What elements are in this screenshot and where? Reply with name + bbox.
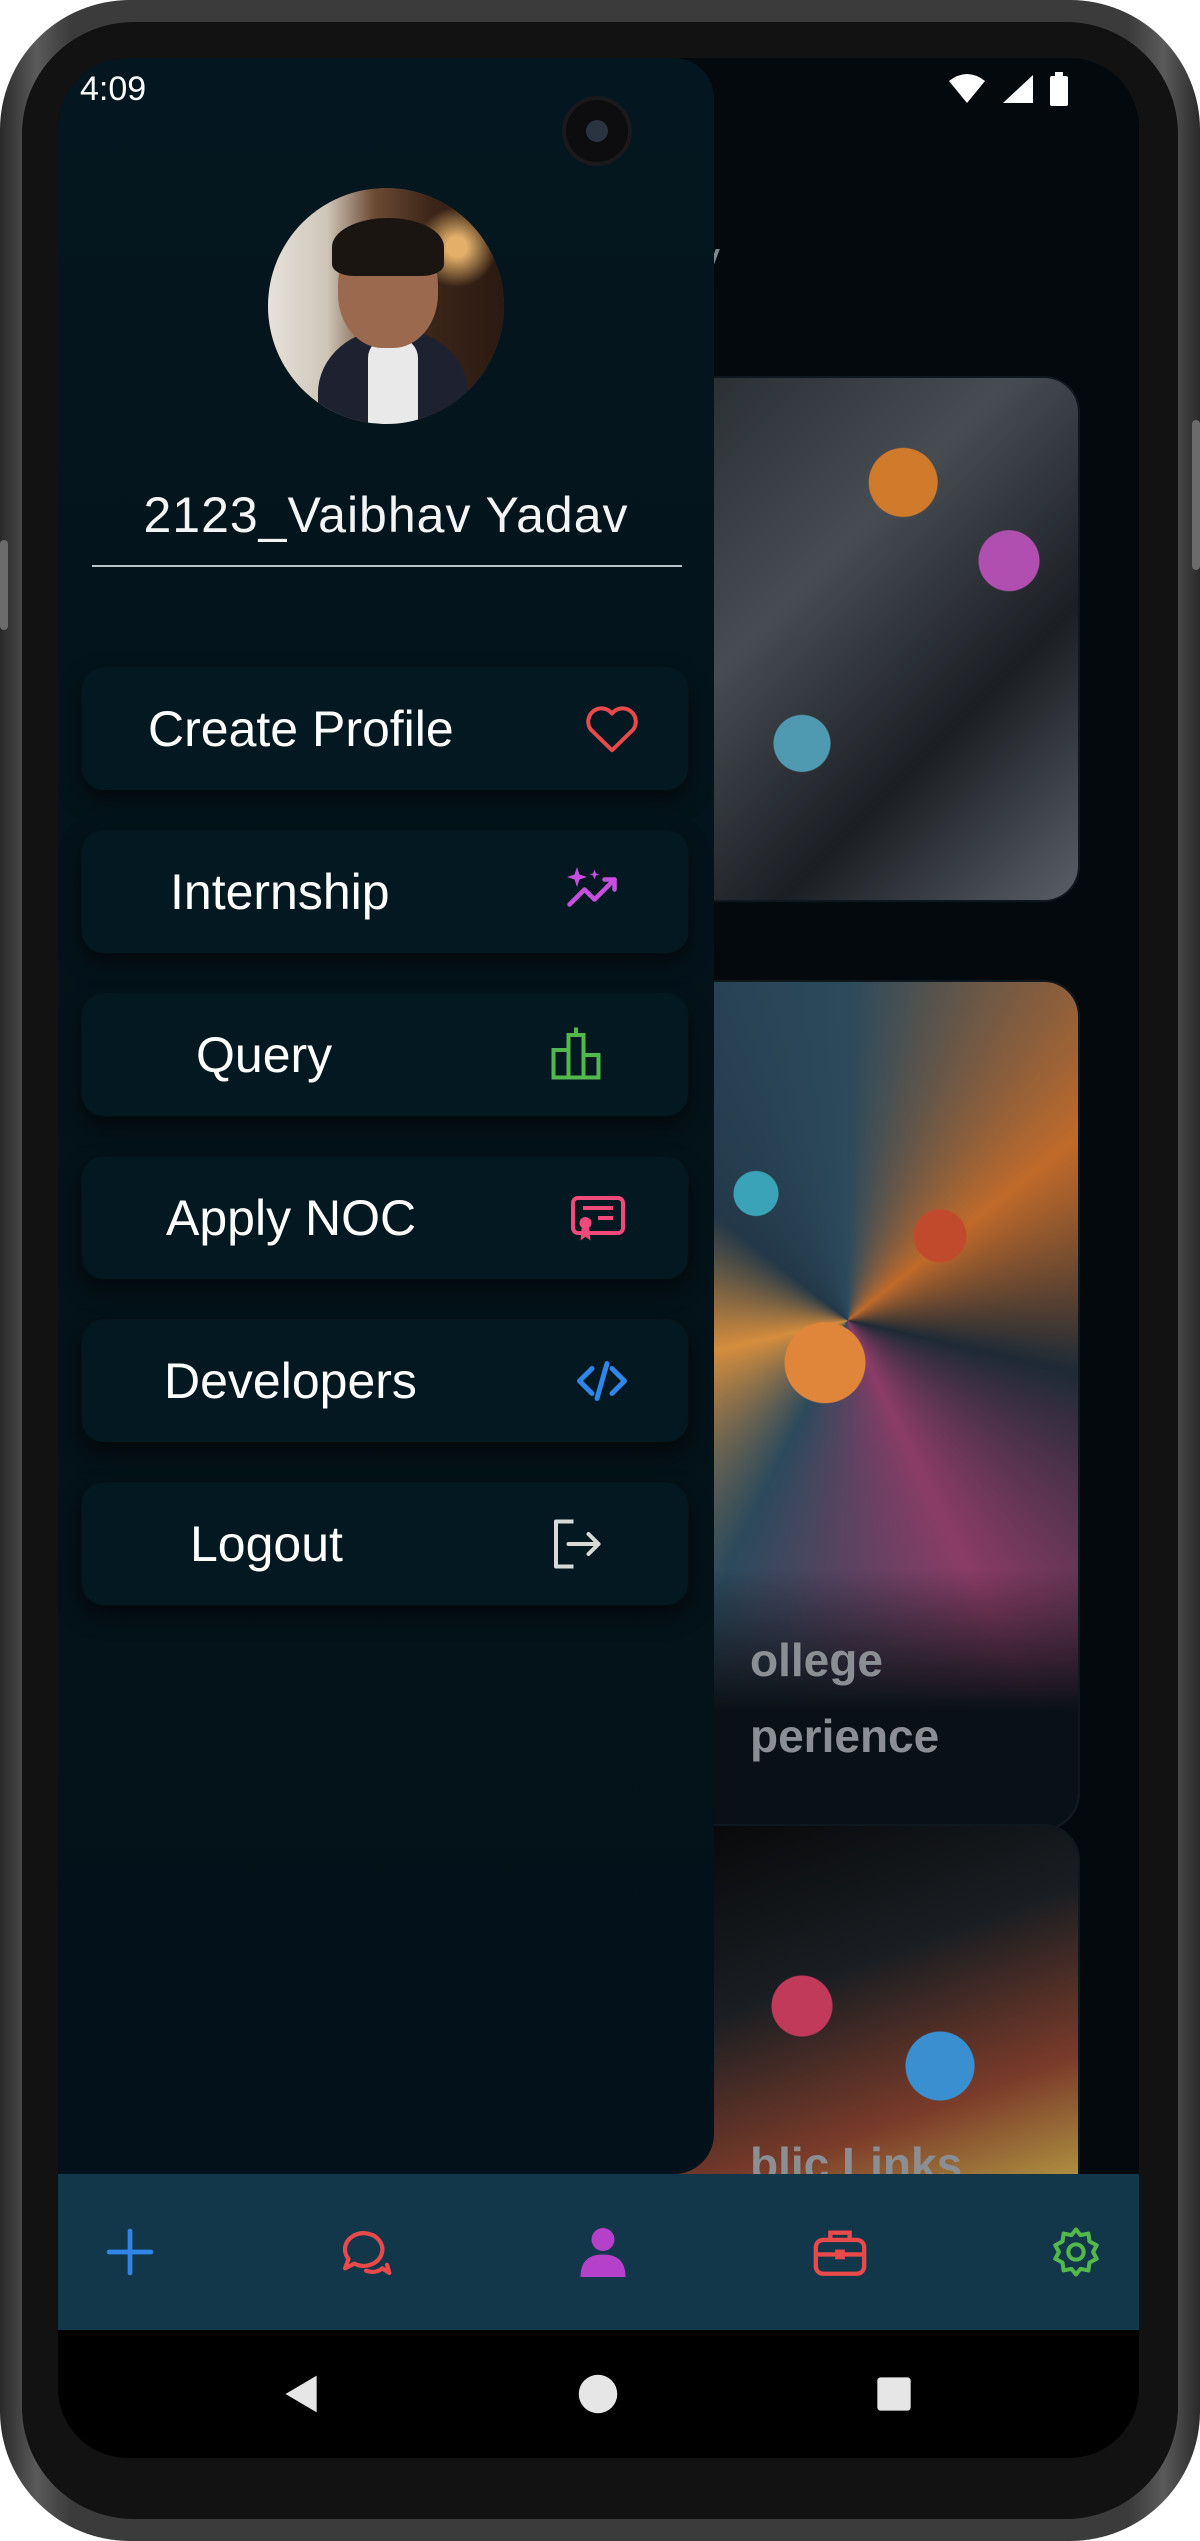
divider bbox=[92, 565, 682, 567]
avatar-shirt bbox=[368, 338, 418, 424]
user-name: 2123_Vaibhav Yadav bbox=[143, 487, 629, 543]
menu-item-label: Logout bbox=[190, 1516, 343, 1572]
menu-item-label: Developers bbox=[164, 1353, 417, 1409]
tab-add[interactable] bbox=[90, 2212, 170, 2292]
wifi-icon bbox=[949, 74, 985, 103]
tab-work[interactable] bbox=[800, 2212, 880, 2292]
sparkles-trend-icon bbox=[567, 867, 617, 907]
briefcase-icon bbox=[813, 2230, 867, 2276]
menu-item-label: Query bbox=[196, 1027, 333, 1083]
menu-item-apply-noc[interactable]: Apply NOC bbox=[82, 1157, 688, 1279]
system-navigation-bar bbox=[58, 2330, 1139, 2458]
signal-icon bbox=[1003, 75, 1033, 103]
status-time: 4:09 bbox=[80, 70, 147, 108]
card-title: ollege perience bbox=[750, 1634, 940, 1762]
nav-recents-button[interactable] bbox=[854, 2354, 934, 2434]
back-icon bbox=[285, 2375, 317, 2413]
buildings-icon bbox=[551, 1027, 601, 1080]
tab-settings[interactable] bbox=[1036, 2212, 1116, 2292]
menu-item-create-profile[interactable]: Create Profile bbox=[82, 668, 688, 790]
screen: 4:09 v bbox=[58, 58, 1139, 2458]
nav-back-button[interactable] bbox=[262, 2354, 342, 2434]
menu-item-internship[interactable]: Internship bbox=[82, 831, 688, 953]
nav-home-button[interactable] bbox=[558, 2354, 638, 2434]
menu-item-query[interactable]: Query bbox=[82, 994, 688, 1116]
certificate-icon bbox=[571, 1196, 625, 1241]
add-icon bbox=[106, 2228, 154, 2276]
bottom-tab-bar bbox=[58, 2174, 1139, 2330]
code-icon bbox=[577, 1361, 627, 1401]
menu-item-logout[interactable]: Logout bbox=[82, 1483, 688, 1605]
avatar-hair bbox=[332, 218, 444, 276]
settings-icon bbox=[1053, 2227, 1099, 2277]
heart-icon bbox=[586, 706, 638, 753]
home-icon bbox=[578, 2374, 618, 2414]
menu-item-label: Apply NOC bbox=[166, 1190, 417, 1246]
profile-icon bbox=[580, 2228, 626, 2277]
device-frame: 4:09 v bbox=[0, 0, 1200, 2541]
tab-chat[interactable] bbox=[326, 2212, 406, 2292]
status-icons bbox=[947, 72, 1069, 106]
navigation-drawer: 2123_Vaibhav Yadav Create Profile Intern… bbox=[58, 58, 714, 2174]
menu-item-label: Internship bbox=[170, 864, 390, 920]
front-camera bbox=[566, 100, 628, 162]
menu-item-label: Create Profile bbox=[148, 701, 454, 757]
recents-icon bbox=[877, 2377, 911, 2411]
menu-item-developers[interactable]: Developers bbox=[82, 1320, 688, 1442]
tab-profile[interactable] bbox=[563, 2212, 643, 2292]
battery-icon bbox=[1050, 72, 1068, 106]
avatar[interactable] bbox=[268, 188, 504, 424]
chat-icon bbox=[342, 2231, 392, 2276]
side-button bbox=[1192, 420, 1200, 570]
logout-icon bbox=[554, 1519, 601, 1569]
side-button bbox=[0, 540, 8, 630]
